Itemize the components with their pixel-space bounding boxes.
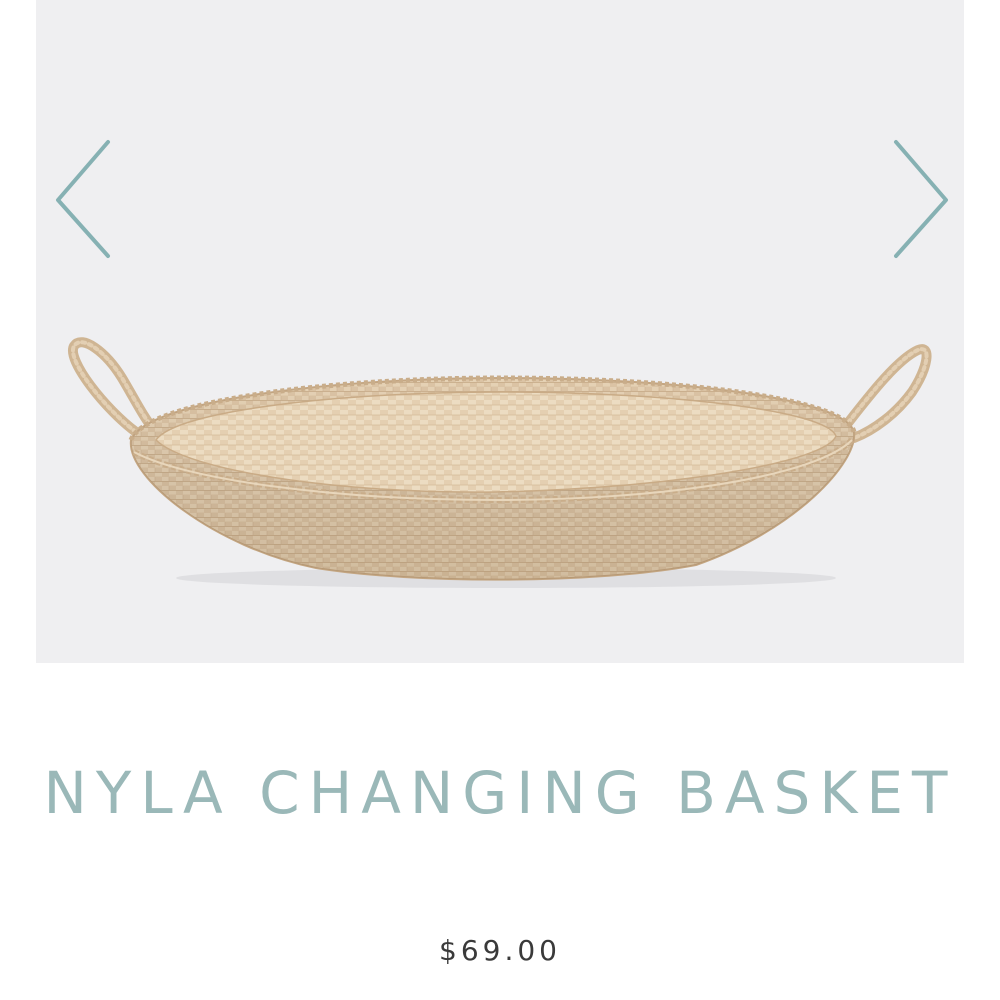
product-image xyxy=(68,337,932,588)
chevron-right-icon xyxy=(894,140,948,258)
product-image-gallery xyxy=(36,0,964,663)
chevron-left-icon xyxy=(56,140,110,258)
next-image-button[interactable] xyxy=(888,134,960,264)
product-title: NYLA CHANGING BASKET xyxy=(43,759,957,827)
product-page: NYLA CHANGING BASKET $69.00 xyxy=(0,0,1000,1000)
previous-image-button[interactable] xyxy=(44,134,116,264)
product-price: $69.00 xyxy=(439,934,561,967)
